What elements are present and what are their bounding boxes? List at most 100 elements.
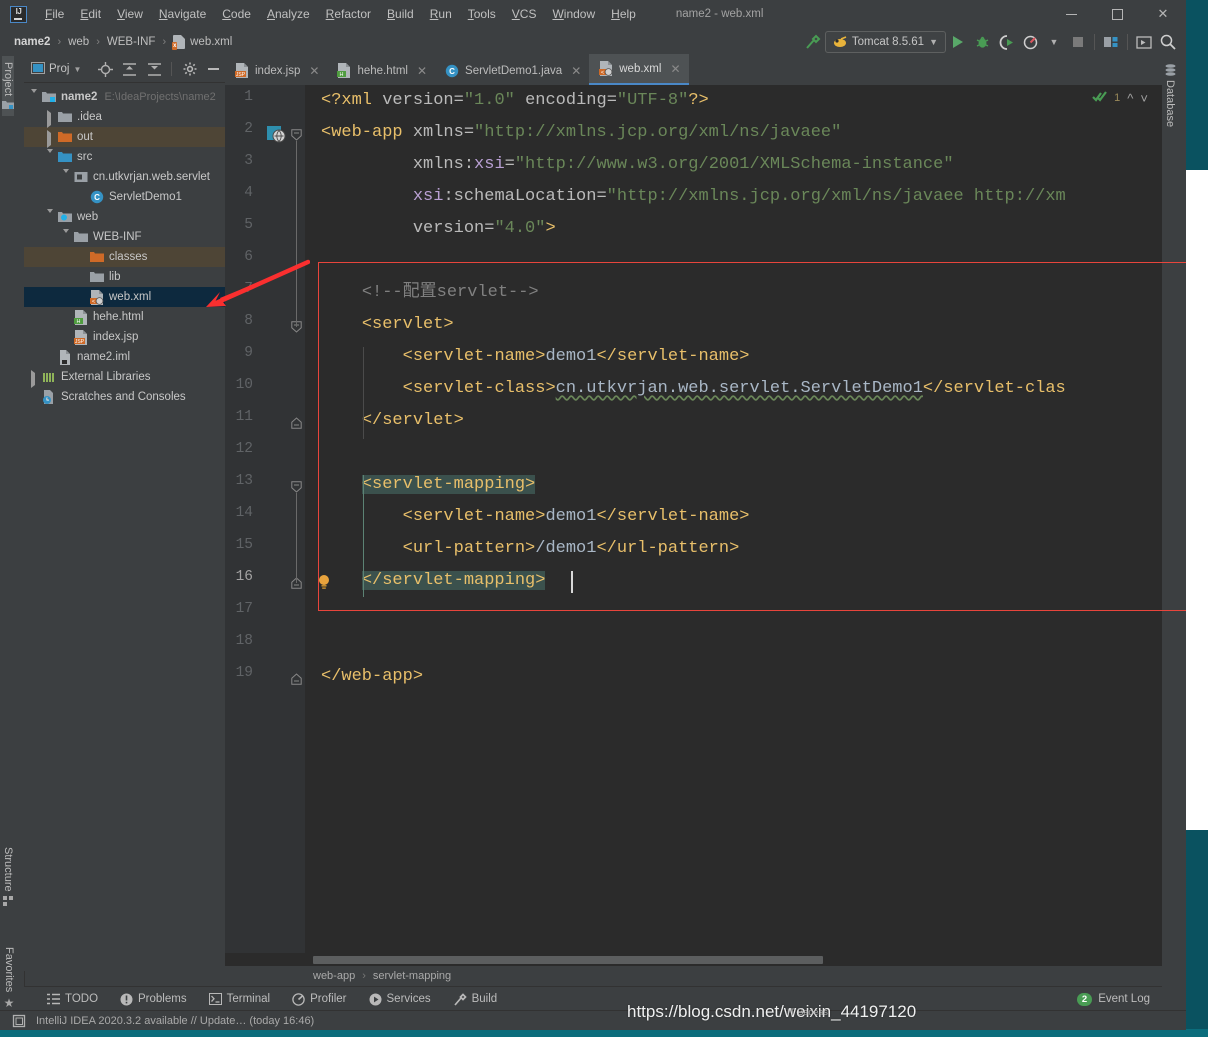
project-view-selector[interactable]: Proj ▼ (28, 60, 84, 79)
tree-node-name2-iml[interactable]: name2.iml (24, 347, 225, 367)
menu-window[interactable]: Window (544, 4, 603, 24)
inspection-widget[interactable]: 1 ^ ˅ (1092, 90, 1148, 106)
chevron-right-icon[interactable] (46, 133, 55, 142)
bottom-tool-build[interactable]: Build (442, 993, 509, 1006)
menu-vcs[interactable]: VCS (504, 4, 545, 24)
tree-node-out[interactable]: out (24, 127, 225, 147)
tree-node-web-xml[interactable]: <web.xml (24, 287, 225, 307)
breadcrumb-item-web[interactable]: web (68, 36, 89, 48)
close-tab-icon[interactable]: ✕ (417, 64, 427, 78)
code-editor[interactable]: 12345678910111213141516171819 <?xml vers… (225, 85, 1162, 953)
bottom-tool-todo[interactable]: TODO (36, 993, 109, 1005)
code-line[interactable]: </servlet-mapping> (321, 565, 545, 597)
scrollbar-thumb[interactable] (313, 956, 823, 964)
code-line[interactable]: <servlet-name>demo1</servlet-name> (321, 341, 750, 373)
tree-node-web[interactable]: web (24, 207, 225, 227)
hammer-icon[interactable] (801, 30, 825, 54)
chevron-down-icon[interactable] (46, 153, 55, 162)
tool-tab-favorites[interactable]: Favorites ★ (2, 941, 16, 1016)
code-fold-collapse-icon[interactable] (291, 129, 302, 140)
code-fold-expand-icon[interactable] (291, 417, 302, 428)
minimize-button[interactable] (1048, 0, 1094, 28)
breadcrumb-item-web-inf[interactable]: WEB-INF (107, 36, 156, 48)
code-line[interactable]: version="4.0"> (321, 213, 556, 245)
tree-node-name2[interactable]: name2E:\IdeaProjects\name2 (24, 87, 225, 107)
menu-edit[interactable]: Edit (72, 4, 109, 24)
bottom-tool-profiler[interactable]: Profiler (281, 993, 357, 1006)
code-line[interactable]: <web-app xmlns="http://xmlns.jcp.org/xml… (321, 117, 841, 149)
close-tab-icon[interactable]: ✕ (309, 64, 319, 78)
updates-icon[interactable] (1132, 30, 1156, 54)
menu-navigate[interactable]: Navigate (151, 4, 214, 24)
close-tab-icon[interactable]: ✕ (670, 62, 680, 76)
code-line[interactable]: <servlet> (321, 309, 454, 341)
tool-tab-project[interactable]: Project (2, 56, 14, 116)
run-with-coverage-button[interactable] (994, 30, 1018, 54)
bottom-tool-services[interactable]: Services (358, 993, 442, 1006)
menu-run[interactable]: Run (422, 4, 460, 24)
tree-node-index-jsp[interactable]: JSPindex.jsp (24, 327, 225, 347)
chevron-down-icon[interactable] (30, 93, 39, 102)
editor-breadcrumb-item[interactable]: web-app (313, 970, 355, 982)
close-tab-icon[interactable]: ✕ (571, 64, 581, 78)
tree-node--idea[interactable]: .idea (24, 107, 225, 127)
code-line[interactable]: <servlet-name>demo1</servlet-name> (321, 501, 750, 533)
code-fold-expand-icon[interactable] (291, 673, 302, 684)
event-log-button[interactable]: 2 Event Log (1077, 993, 1150, 1006)
tree-node-lib[interactable]: lib (24, 267, 225, 287)
stop-button[interactable] (1066, 30, 1090, 54)
editor-horizontal-scrollbar[interactable] (225, 953, 1162, 966)
profile-dropdown-arrow[interactable]: ▼ (1042, 30, 1066, 54)
code-line[interactable]: <?xml version="1.0" encoding="UTF-8"?> (321, 85, 709, 117)
editor-tab-web-xml[interactable]: <web.xml✕ (589, 54, 688, 85)
code-fold-collapse-icon[interactable] (291, 481, 302, 492)
tree-node-external-libraries[interactable]: External Libraries (24, 367, 225, 387)
debug-button[interactable] (970, 30, 994, 54)
tool-tab-structure[interactable]: Structure (2, 841, 14, 913)
prev-highlight-icon[interactable]: ^ (1127, 91, 1133, 106)
chevron-right-icon[interactable] (30, 373, 39, 382)
breadcrumb-item-name2[interactable]: name2 (14, 36, 50, 48)
code-line[interactable]: xmlns:xsi="http://www.w3.org/2001/XMLSch… (321, 149, 954, 181)
xml-descriptor-gutter-icon[interactable] (267, 126, 287, 147)
next-highlight-icon[interactable]: ˅ (1140, 91, 1148, 106)
code-line[interactable]: <!--配置servlet--> (321, 277, 539, 309)
chevron-down-icon[interactable]: ▼ (73, 65, 81, 74)
locate-icon[interactable] (94, 57, 116, 81)
code-line[interactable]: <servlet-class>cn.utkvrjan.web.servlet.S… (321, 373, 1066, 405)
code-area[interactable]: <?xml version="1.0" encoding="UTF-8"?><w… (305, 85, 1162, 953)
chevron-down-icon[interactable] (62, 173, 71, 182)
breadcrumb-item-web-xml[interactable]: xweb.xml (173, 35, 232, 49)
intention-bulb-icon[interactable] (317, 574, 331, 593)
code-line[interactable]: xsi:schemaLocation="http://xmlns.jcp.org… (321, 181, 1066, 213)
chevron-down-icon[interactable] (46, 213, 55, 222)
code-line[interactable]: <servlet-mapping> (321, 469, 535, 501)
settings-gear-icon[interactable] (178, 57, 200, 81)
code-line[interactable]: </servlet> (321, 405, 464, 437)
menu-file[interactable]: File (37, 4, 72, 24)
editor-breadcrumb-item[interactable]: servlet-mapping (373, 970, 451, 982)
hide-panel-icon[interactable] (203, 57, 225, 81)
chevron-down-icon[interactable]: ▼ (929, 37, 938, 47)
maximize-button[interactable] (1094, 0, 1140, 28)
tree-node-src[interactable]: src (24, 147, 225, 167)
code-line[interactable]: </web-app> (321, 661, 423, 693)
menu-code[interactable]: Code (214, 4, 259, 24)
run-button[interactable] (946, 30, 970, 54)
code-line[interactable]: <url-pattern>/demo1</url-pattern> (321, 533, 739, 565)
menu-tools[interactable]: Tools (460, 4, 504, 24)
tree-node-web-inf[interactable]: WEB-INF (24, 227, 225, 247)
close-button[interactable]: ✕ (1140, 0, 1186, 28)
editor-tab-index-jsp[interactable]: JSPindex.jsp✕ (225, 56, 327, 85)
collapse-all-icon[interactable] (143, 57, 165, 81)
chevron-down-icon[interactable] (62, 233, 71, 242)
run-configuration-selector[interactable]: Tomcat 8.5.61 ▼ (825, 31, 946, 53)
expand-all-icon[interactable] (119, 57, 141, 81)
menu-build[interactable]: Build (379, 4, 422, 24)
tree-node-servletdemo1[interactable]: CServletDemo1 (24, 187, 225, 207)
tree-node-classes[interactable]: classes (24, 247, 225, 267)
tool-tab-database[interactable]: Database (1164, 58, 1176, 133)
memory-icon[interactable] (12, 1014, 26, 1028)
menu-help[interactable]: Help (603, 4, 644, 24)
menu-refactor[interactable]: Refactor (318, 4, 379, 24)
